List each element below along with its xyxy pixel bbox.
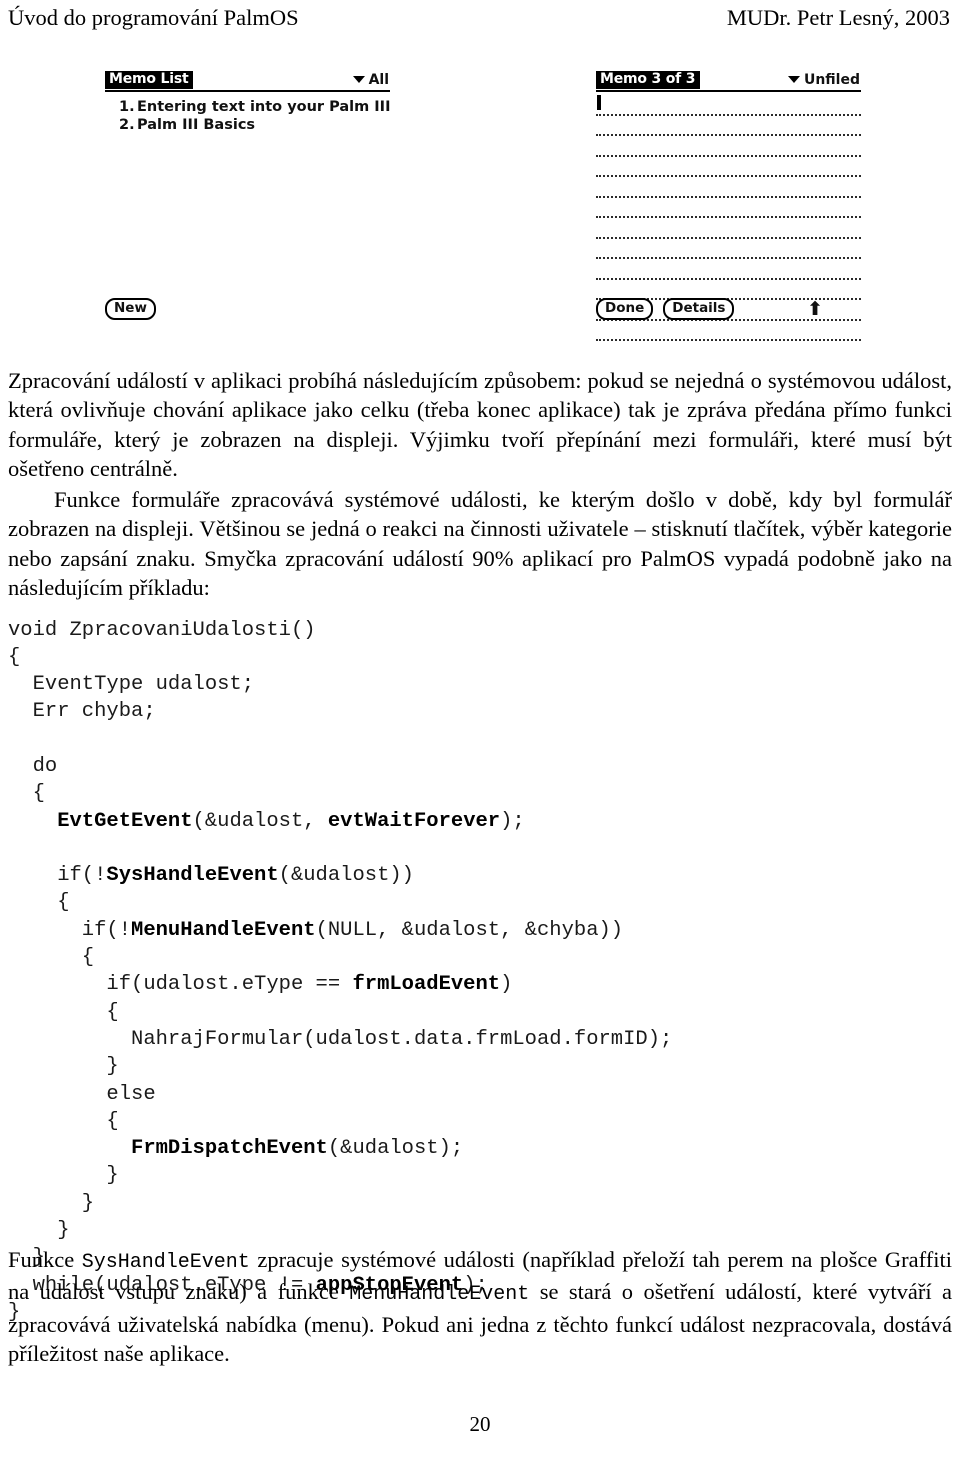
- list-item[interactable]: 2. Palm III Basics: [119, 116, 390, 134]
- paragraph-form-function: Funkce formuláře zpracovává systémové ud…: [8, 486, 952, 601]
- palm-memo-list-screenshot: Memo List All 1. Entering text into your …: [105, 70, 390, 320]
- chevron-down-icon: [787, 76, 800, 83]
- header-author-right: MUDr. Petr Lesný, 2003: [726, 5, 950, 30]
- memo-dotted-line: [596, 157, 861, 177]
- memo-dotted-line: [596, 239, 861, 259]
- details-button[interactable]: Details: [663, 298, 735, 320]
- palm-button-row: New: [105, 298, 390, 320]
- list-item-number: 1.: [119, 99, 135, 115]
- memo-dotted-line: [596, 218, 861, 239]
- chevron-down-icon: [352, 76, 365, 83]
- memo-dotted-line: [596, 95, 861, 116]
- code-block-event-loop: void ZpracovaniUdalosti() { EventType ud…: [8, 618, 673, 1324]
- list-item-number: 2.: [119, 117, 135, 133]
- paragraph-event-handling-intro: Zpracování událostí v aplikaci probíhá n…: [8, 367, 952, 482]
- paragraph-syshandleevent-explanation: Funkce SysHandleEvent zpracuje systémové…: [8, 1245, 952, 1369]
- palm-titlebar: Memo List All: [105, 70, 390, 92]
- page-number: 20: [469, 1412, 491, 1436]
- memo-dotted-line: [596, 280, 861, 300]
- done-button[interactable]: Done: [596, 298, 654, 320]
- category-picker[interactable]: All: [352, 72, 390, 88]
- memo-dotted-line: [596, 136, 861, 157]
- document-page: Úvod do programování PalmOS MUDr. Petr L…: [0, 0, 960, 1463]
- memo-list: 1. Entering text into your Palm III 2. Pal…: [119, 98, 390, 134]
- up-arrow-icon[interactable]: ⬆: [807, 299, 823, 319]
- p3-text-a: Funkce: [8, 1246, 82, 1272]
- palm-button-row: Done Details ⬆: [596, 298, 861, 320]
- new-button[interactable]: New: [105, 298, 156, 320]
- memo-dotted-line: [596, 259, 861, 280]
- palm-screen-title: Memo List: [105, 71, 194, 89]
- memo-dotted-line: [596, 321, 861, 341]
- list-item[interactable]: 1. Entering text into your Palm III: [119, 98, 390, 116]
- palm-memo-editor-screenshot: Memo 3 of 3 Unfiled Done Details ⬆: [596, 70, 861, 341]
- category-label: All: [368, 72, 389, 88]
- p3-code-syshandleevent: SysHandleEvent: [81, 1250, 250, 1274]
- memo-dotted-line: [596, 116, 861, 136]
- list-item-label: Palm III Basics: [137, 117, 256, 133]
- palm-screen-title: Memo 3 of 3: [596, 71, 701, 89]
- figure-palmos-screenshots: Memo List All 1. Entering text into your …: [0, 62, 960, 341]
- category-label: Unfiled: [803, 72, 860, 88]
- memo-dotted-line: [596, 198, 861, 218]
- category-picker[interactable]: Unfiled: [787, 72, 861, 88]
- palm-titlebar: Memo 3 of 3 Unfiled: [596, 70, 861, 92]
- header-title-left: Úvod do programování PalmOS: [8, 5, 299, 30]
- list-item-label: Entering text into your Palm III: [137, 99, 391, 115]
- text-caret: [597, 95, 601, 110]
- page-header: Úvod do programování PalmOS MUDr. Petr L…: [8, 4, 950, 38]
- p3-code-menuhandleevent: MenuHandleEvent: [349, 1283, 530, 1306]
- memo-dotted-line: [596, 177, 861, 198]
